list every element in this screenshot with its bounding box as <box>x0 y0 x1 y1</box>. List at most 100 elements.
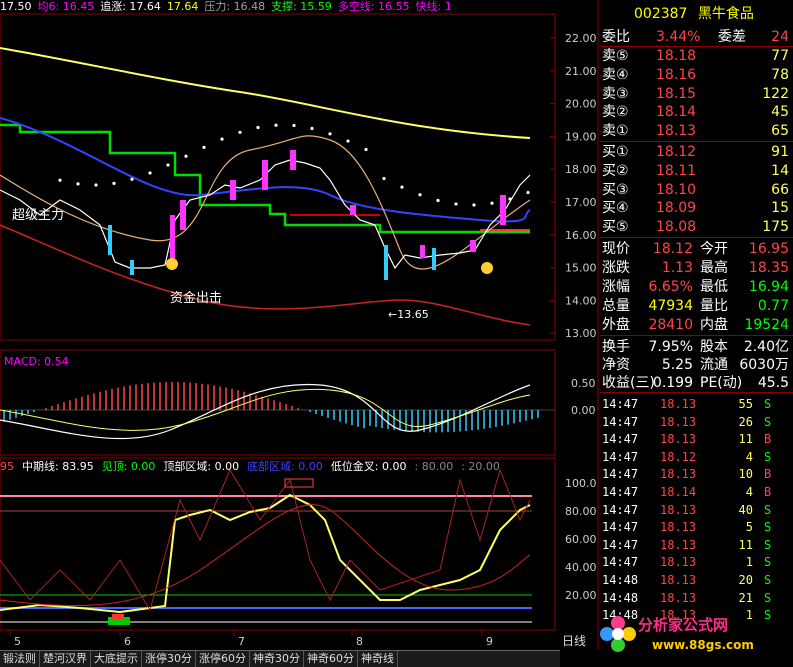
buy-row: 买③ 18.10 66 <box>600 181 793 199</box>
chart-area[interactable]: 22.00 21.00 20.00 19.00 18.00 17.00 16.00 15.00… <box>0 0 600 650</box>
tick-price: 18.12 <box>660 449 697 464</box>
indicator-tabs: 锻法则 楚河汉界 大底提示 涨停30分 涨停60分 神奇30分 神奇60分 神奇线 <box>0 650 560 667</box>
macd-y-tick-label: 0.50 <box>571 377 596 390</box>
stat2-value: 0.199 <box>652 375 693 391</box>
main-y-tick-label: 13.00 <box>565 327 597 340</box>
tick-row: 14:47 18.13 55 S <box>600 396 793 414</box>
indicator-tab-3[interactable]: 涨停30分 <box>142 651 196 667</box>
tick-price: 18.14 <box>660 485 697 499</box>
osc-header-item-6: : 80.00 <box>414 460 454 473</box>
period-label[interactable]: 日线 <box>562 632 586 649</box>
candle-magenta <box>180 200 186 230</box>
header-indicator-0: 17.50 <box>0 0 32 13</box>
tick-price: 18.13 <box>660 590 697 605</box>
weibi-label: 委比 <box>602 29 630 45</box>
stat2-value: 5.25 <box>661 357 693 373</box>
tick-time: 14:47 <box>602 555 639 570</box>
stat2-label-2: 流通 <box>700 357 728 373</box>
tick-side: S <box>764 502 772 517</box>
tick-side: B <box>764 485 772 499</box>
stat-label-2: 最低 <box>700 279 728 295</box>
indicator-tab-6[interactable]: 神奇60分 <box>304 651 358 667</box>
sell-price: 18.18 <box>656 48 697 64</box>
sell-price: 18.16 <box>656 66 697 83</box>
osc-y-tick-label: 100.0 <box>565 477 597 490</box>
long-ma-line <box>0 47 531 139</box>
candle-cyan <box>108 225 112 255</box>
osc-bottom-signal-red <box>112 614 124 619</box>
tick-price: 18.13 <box>660 502 697 517</box>
indicator-tab-4[interactable]: 涨停60分 <box>196 651 250 667</box>
main-y-tick-label: 20.00 <box>565 98 597 111</box>
tick-price: 18.13 <box>660 467 697 482</box>
stat-value: 18.12 <box>652 241 693 257</box>
quote-separator <box>600 237 793 238</box>
stat-label-2: 今开 <box>700 241 728 257</box>
sell-row: 卖② 18.14 45 <box>600 103 793 121</box>
x-axis-label: 5 <box>14 635 21 648</box>
candle-magenta <box>470 240 476 252</box>
tick-time: 14:47 <box>602 537 639 552</box>
stat2-label: 换手 <box>602 339 630 355</box>
osc-header-item-0: 95 <box>0 460 14 473</box>
buy-volume: 175 <box>762 219 789 236</box>
indicator-tab-5[interactable]: 神奇30分 <box>250 651 304 667</box>
stat-value-2: 18.35 <box>748 260 789 276</box>
main-y-tick-label: 14.00 <box>565 294 597 307</box>
main-y-tick-label: 21.00 <box>565 65 597 78</box>
tick-time: 14:48 <box>602 590 639 605</box>
annotation-super-main: 超级主力 <box>12 208 65 223</box>
tick-side: S <box>764 537 772 552</box>
tick-time: 14:47 <box>602 449 639 464</box>
sell-row: 卖③ 18.15 122 <box>600 85 793 103</box>
tick-side: S <box>764 555 772 570</box>
buy-volume: 66 <box>771 181 789 198</box>
sell-level-label: 卖⑤ <box>602 48 629 64</box>
stat-row: 总量 47934 量比 0.77 <box>600 297 793 315</box>
dotted-ma-point <box>418 193 422 197</box>
stat-row: 涨幅 6.65% 最低 16.94 <box>600 278 793 296</box>
quote-separator <box>600 141 793 142</box>
buy-row: 买② 18.11 14 <box>600 162 793 180</box>
tick-row: 14:47 18.13 10 B <box>600 466 793 484</box>
dotted-ma-point <box>364 147 368 152</box>
candle-magenta <box>350 205 356 215</box>
stat2-label-2: PE(动) <box>700 375 743 391</box>
tick-price: 18.13 <box>660 520 697 535</box>
watermark: 分析家公式网 www.88gs.com <box>590 608 793 666</box>
stat-value-2: 16.94 <box>748 279 789 295</box>
tick-side: S <box>764 414 772 429</box>
buy-volume: 15 <box>771 200 789 217</box>
indicator-tab-2[interactable]: 大底提示 <box>91 651 142 667</box>
candle-magenta <box>420 245 425 258</box>
sell-price: 18.15 <box>656 85 697 102</box>
header-indicator-6: 多空线: 16.55 <box>337 0 410 13</box>
tick-time: 14:47 <box>602 432 639 447</box>
sell-volume: 78 <box>771 66 789 83</box>
stock-code: 002387 <box>634 6 688 22</box>
weidiff-label: 委差 <box>718 29 746 45</box>
candle-cyan <box>432 248 436 270</box>
tick-volume: 5 <box>745 520 753 535</box>
dotted-ma-point <box>400 185 404 189</box>
dotted-ma-point <box>166 163 170 167</box>
tick-side: S <box>764 520 772 535</box>
sell-volume: 77 <box>771 48 789 64</box>
stat-value: 47934 <box>648 298 693 314</box>
dotted-ma-point <box>112 181 116 185</box>
tick-volume: 26 <box>738 414 753 429</box>
quote-separator <box>600 335 793 336</box>
stat-label: 涨跌 <box>602 260 630 276</box>
tick-row: 14:47 18.14 4 B <box>600 484 793 502</box>
indicator-tab-0[interactable]: 锻法则 <box>0 651 40 667</box>
tick-price: 18.13 <box>660 397 697 411</box>
main-y-tick-label: 15.00 <box>565 262 597 275</box>
stat-value: 28410 <box>648 317 693 333</box>
indicator-tab-1[interactable]: 楚河汉界 <box>40 651 91 667</box>
stat2-value-2: 6030万 <box>739 357 789 373</box>
stat2-row: 换手 7.95% 股本 2.40亿 <box>600 338 793 356</box>
indicator-tab-7[interactable]: 神奇线 <box>358 651 398 667</box>
sell-price: 18.13 <box>656 123 697 140</box>
dotted-ma-point <box>526 190 530 195</box>
osc-y-tick-label: 20.00 <box>565 589 597 602</box>
